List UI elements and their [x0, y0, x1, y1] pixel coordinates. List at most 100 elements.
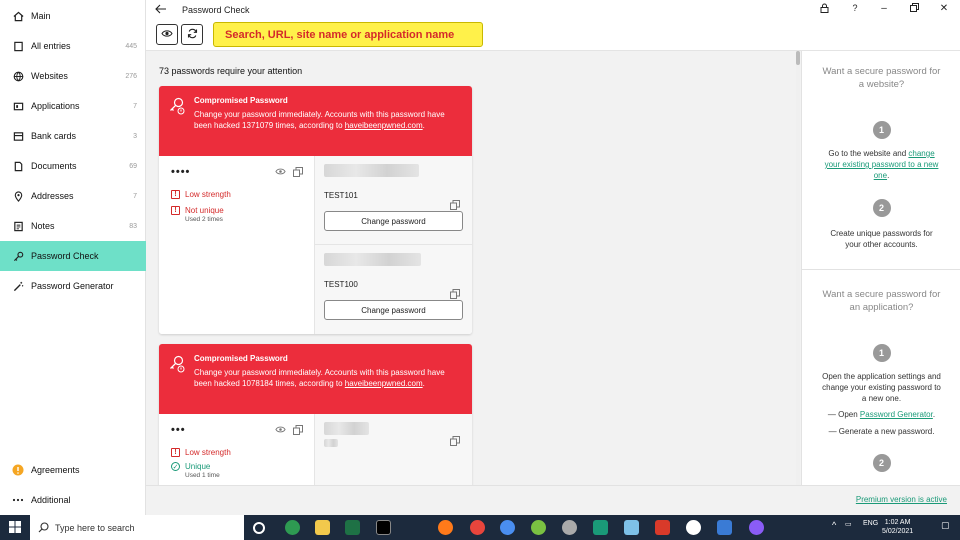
taskbar-search[interactable]: Type here to search [30, 515, 244, 540]
sidebar-item-applications[interactable]: Applications 7 [0, 91, 146, 121]
account-item [315, 422, 472, 447]
eye-icon[interactable] [275, 425, 286, 435]
hibp-link[interactable]: haveibeenpwned.com [345, 121, 423, 130]
account-name: TEST101 [324, 191, 358, 200]
sidebar-item-main[interactable]: Main [0, 1, 146, 31]
sidebar-item-bank-cards[interactable]: Bank cards 3 [0, 121, 146, 151]
app-android-icon[interactable] [531, 520, 546, 535]
step-number: 1 [872, 121, 891, 139]
apps-icon [12, 100, 24, 112]
sidebar-item-count: 69 [129, 162, 137, 170]
sidebar-item-all-entries[interactable]: All entries 445 [0, 31, 146, 61]
strength-warning: ! Low strength [171, 190, 302, 199]
sidebar-item-notes[interactable]: Notes 83 [0, 211, 146, 241]
main-content: 73 passwords require your attention Comp… [146, 51, 798, 485]
refresh-button[interactable] [181, 24, 203, 45]
accounts-list: TEST101 Change password TEST100 Change p… [315, 156, 472, 334]
sidebar-item-count: 3 [133, 132, 137, 140]
globe-icon [12, 70, 24, 82]
card-body: •••• ! Low strength ! Not unique Used 2 ti… [159, 156, 472, 334]
language-indicator[interactable]: ENG [863, 520, 878, 527]
account-item: TEST101 Change password [315, 164, 472, 231]
notes-icon [12, 220, 24, 232]
password-info: ••• ! Low strength ✓ Unique Used 1 time [159, 414, 315, 485]
app-white-icon[interactable] [686, 520, 701, 535]
chevron-up-icon[interactable]: ^ [832, 520, 836, 530]
application-tips: Want a secure password for an applicatio… [802, 288, 960, 472]
messenger-icon[interactable] [749, 520, 764, 535]
scrollbar-thumb[interactable] [796, 51, 800, 65]
alert-icon: ! [171, 206, 180, 215]
premium-link[interactable]: Premium version is active [856, 495, 947, 504]
password-manager-app-icon[interactable] [593, 520, 608, 535]
network-icon[interactable]: ▭ [845, 520, 852, 528]
blurred-url [324, 422, 369, 435]
file-explorer-icon[interactable] [315, 520, 330, 535]
eye-icon[interactable] [275, 167, 286, 177]
copy-icon[interactable] [450, 289, 460, 299]
copy-icon[interactable] [293, 167, 303, 177]
sidebar-item-documents[interactable]: Documents 69 [0, 151, 146, 181]
document-icon [12, 160, 24, 172]
sidebar-item-count: 276 [125, 72, 137, 80]
chrome-icon[interactable] [470, 520, 485, 535]
key-alert-icon [169, 355, 185, 375]
tips-panel: Want a secure password for a website? 1 … [801, 51, 960, 485]
key-icon [12, 250, 24, 262]
sidebar-item-addresses[interactable]: Addresses 7 [0, 181, 146, 211]
photos-icon[interactable] [717, 520, 732, 535]
notifications-icon[interactable]: ▢ [941, 520, 950, 531]
sidebar-item-label: Notes [31, 221, 55, 231]
search-input[interactable]: Search, URL, site name or application na… [213, 22, 483, 47]
app-red-icon[interactable] [655, 520, 670, 535]
windows-start-icon[interactable] [9, 521, 21, 533]
alert-icon: ! [171, 448, 180, 457]
scrollbar[interactable] [796, 51, 800, 485]
terminal-icon[interactable] [376, 520, 391, 535]
show-passwords-button[interactable] [156, 24, 178, 45]
card-heading: Compromised Password [194, 96, 288, 105]
cortana-icon[interactable] [253, 522, 265, 534]
sidebar-item-label: Bank cards [31, 131, 77, 141]
step1-period: . [887, 171, 890, 180]
account-name: TEST100 [324, 280, 358, 289]
clock[interactable]: 1:02 AM 5/02/2021 [882, 518, 913, 536]
strength-warning: ! Low strength [171, 448, 302, 457]
lock-icon[interactable] [817, 3, 831, 16]
application-tips-heading: Want a secure password for an applicatio… [822, 289, 941, 313]
copy-icon[interactable] [450, 436, 460, 446]
key-alert-icon [169, 97, 185, 117]
minimize-icon[interactable]: – [877, 3, 891, 14]
home-icon [12, 10, 24, 22]
edge-icon[interactable] [285, 520, 300, 535]
pin-icon [12, 190, 24, 202]
hibp-link[interactable]: haveibeenpwned.com [345, 379, 423, 388]
copy-icon[interactable] [450, 200, 460, 210]
back-arrow-icon[interactable] [155, 3, 167, 17]
sidebar-item-additional[interactable]: Additional [0, 485, 146, 515]
clock-date: 5/02/2021 [882, 528, 914, 535]
copy-icon[interactable] [293, 425, 303, 435]
sidebar-item-agreements[interactable]: Agreements [0, 455, 146, 485]
app-gear-icon[interactable] [562, 520, 577, 535]
sidebar-item-password-check[interactable]: Password Check [0, 241, 146, 271]
sidebar-item-count: 83 [129, 222, 137, 230]
firefox-icon[interactable] [438, 520, 453, 535]
sidebar-item-websites[interactable]: Websites 276 [0, 61, 146, 91]
password-generator-link[interactable]: Password Generator [860, 410, 933, 419]
restore-icon[interactable] [907, 3, 921, 15]
change-password-button[interactable]: Change password [324, 211, 463, 231]
excel-icon[interactable] [345, 520, 360, 535]
sidebar-item-label: Password Generator [31, 281, 114, 291]
app-window-icon[interactable] [624, 520, 639, 535]
sidebar-item-label: Websites [31, 71, 68, 81]
help-icon[interactable]: ? [848, 3, 862, 13]
strength-label: Low strength [185, 190, 231, 199]
wand-icon [12, 280, 24, 292]
change-password-button[interactable]: Change password [324, 300, 463, 320]
sidebar-item-password-generator[interactable]: Password Generator [0, 271, 146, 301]
app-drop-icon[interactable] [500, 520, 515, 535]
step1-text: Go to the website and [828, 149, 909, 158]
sidebar-item-count: 7 [133, 192, 137, 200]
close-icon[interactable]: ✕ [937, 3, 951, 14]
